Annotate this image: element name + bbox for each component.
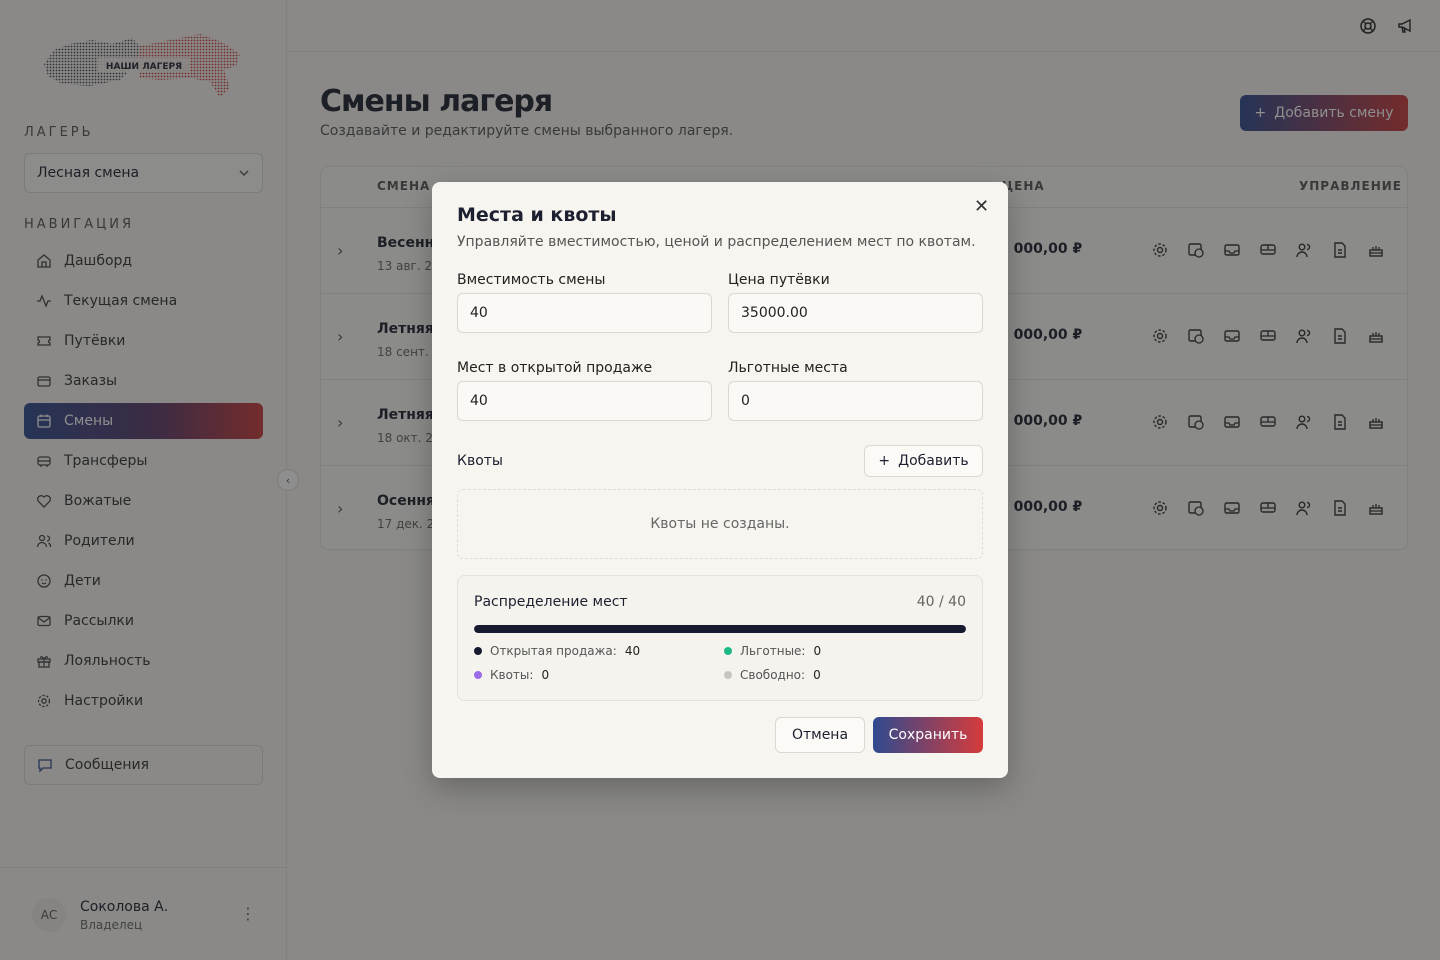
- legend-label: Свободно:: [740, 668, 806, 682]
- distribution-title: Распределение мест: [474, 594, 628, 610]
- capacity-label: Вместимость смены: [457, 272, 606, 288]
- legend-value: 40: [624, 644, 641, 658]
- legend-label: Квоты:: [490, 668, 534, 682]
- add-quota-button[interactable]: + Добавить: [864, 445, 983, 477]
- distribution-count: 40 / 40: [916, 594, 966, 610]
- quotas-empty-state: Квоты не созданы.: [457, 489, 983, 559]
- price-input[interactable]: [728, 293, 983, 333]
- price-label: Цена путёвки: [728, 272, 830, 288]
- add-quota-label: Добавить: [898, 453, 969, 469]
- legend-dot: [474, 647, 482, 655]
- dialog-subtitle: Управляйте вместимостью, ценой и распред…: [457, 234, 976, 250]
- legend-value: 0: [541, 668, 550, 682]
- legend-quotas: Квоты: 0: [474, 668, 549, 682]
- distribution-bar-fill: [474, 625, 966, 633]
- plus-icon: +: [878, 453, 891, 469]
- legend-dot: [724, 671, 732, 679]
- close-icon[interactable]: ✕: [974, 196, 989, 217]
- legend-label: Открытая продажа:: [490, 644, 617, 658]
- cancel-button[interactable]: Отмена: [775, 717, 865, 753]
- legend-open-sale: Открытая продажа: 40: [474, 644, 640, 658]
- legend-benefit: Льготные: 0: [724, 644, 821, 658]
- distribution-bar: [474, 625, 966, 633]
- open-sale-input[interactable]: [457, 381, 712, 421]
- legend-dot: [474, 671, 482, 679]
- dialog-title: Места и квоты: [457, 204, 617, 226]
- legend-value: 0: [813, 644, 822, 658]
- legend-dot: [724, 647, 732, 655]
- legend-value: 0: [813, 668, 821, 682]
- open-sale-label: Мест в открытой продаже: [457, 360, 653, 376]
- seat-distribution-panel: Распределение мест 40 / 40 Открытая прод…: [457, 575, 983, 701]
- benefit-seats-input[interactable]: [728, 381, 983, 421]
- quotas-label: Квоты: [457, 453, 503, 469]
- save-button[interactable]: Сохранить: [873, 717, 983, 753]
- legend-free: Свободно: 0: [724, 668, 821, 682]
- seats-quotas-dialog: ✕ Места и квоты Управляйте вместимостью,…: [432, 182, 1008, 778]
- legend-label: Льготные:: [740, 644, 806, 658]
- benefit-seats-label: Льготные места: [728, 360, 848, 376]
- capacity-input[interactable]: [457, 293, 712, 333]
